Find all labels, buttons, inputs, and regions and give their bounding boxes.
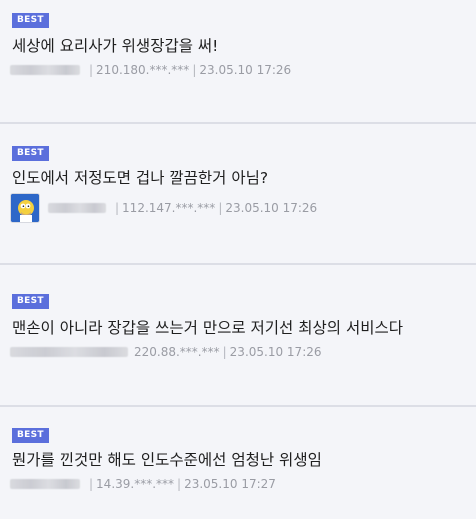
comment-meta: 220.88.***.*** | 23.05.10 17:26 bbox=[10, 344, 322, 360]
comment-text: 세상에 요리사가 위생장갑을 써! bbox=[12, 37, 219, 55]
cartoon-avatar-icon bbox=[11, 194, 39, 222]
comment-date: 23.05.10 17:26 bbox=[225, 201, 318, 215]
comment-date: 23.05.10 17:27 bbox=[184, 477, 276, 491]
comment-meta: | 112.147.***.*** | 23.05.10 17:26 bbox=[10, 191, 317, 225]
comment-date: 23.05.10 17:26 bbox=[229, 345, 322, 359]
comment-item: BEST 뭔가를 낀것만 해도 인도수준에선 엄청난 위생임 | 14.39.*… bbox=[0, 407, 476, 519]
blurred-username bbox=[10, 347, 128, 357]
comment-date: 23.05.10 17:26 bbox=[199, 63, 292, 77]
best-badge: BEST bbox=[12, 428, 49, 443]
comment-text: 뭔가를 낀것만 해도 인도수준에선 엄청난 위생임 bbox=[12, 451, 322, 469]
meta-separator: | bbox=[89, 477, 94, 491]
meta-separator: | bbox=[89, 63, 94, 77]
meta-separator: | bbox=[177, 477, 182, 491]
blurred-username bbox=[10, 65, 80, 75]
blurred-username bbox=[48, 203, 106, 213]
meta-separator: | bbox=[222, 345, 227, 359]
ip-address: 112.147.***.*** bbox=[122, 201, 216, 215]
comment-item: BEST 인도에서 저정도면 겁나 깔끔한거 아님? | 112.147.***… bbox=[0, 124, 476, 263]
ip-address: 14.39.***.*** bbox=[96, 477, 175, 491]
meta-separator: | bbox=[218, 201, 223, 215]
comment-text: 인도에서 저정도면 겁나 깔끔한거 아님? bbox=[12, 169, 269, 187]
blurred-username bbox=[10, 479, 80, 489]
comment-item: BEST 세상에 요리사가 위생장갑을 써! | 210.180.***.***… bbox=[0, 0, 476, 122]
avatar bbox=[10, 193, 40, 223]
ip-address: 210.180.***.*** bbox=[96, 63, 190, 77]
best-badge: BEST bbox=[12, 146, 49, 161]
comment-item: BEST 맨손이 아니라 장갑을 쓰는거 만으로 저기선 최상의 서비스다 22… bbox=[0, 265, 476, 405]
ip-address: 220.88.***.*** bbox=[134, 345, 220, 359]
best-badge: BEST bbox=[12, 13, 49, 28]
comment-meta: | 210.180.***.*** | 23.05.10 17:26 bbox=[10, 62, 291, 78]
comment-text: 맨손이 아니라 장갑을 쓰는거 만으로 저기선 최상의 서비스다 bbox=[12, 319, 403, 337]
meta-separator: | bbox=[115, 201, 120, 215]
best-badge: BEST bbox=[12, 294, 49, 309]
meta-separator: | bbox=[192, 63, 197, 77]
comment-meta: | 14.39.***.*** | 23.05.10 17:27 bbox=[10, 476, 276, 492]
